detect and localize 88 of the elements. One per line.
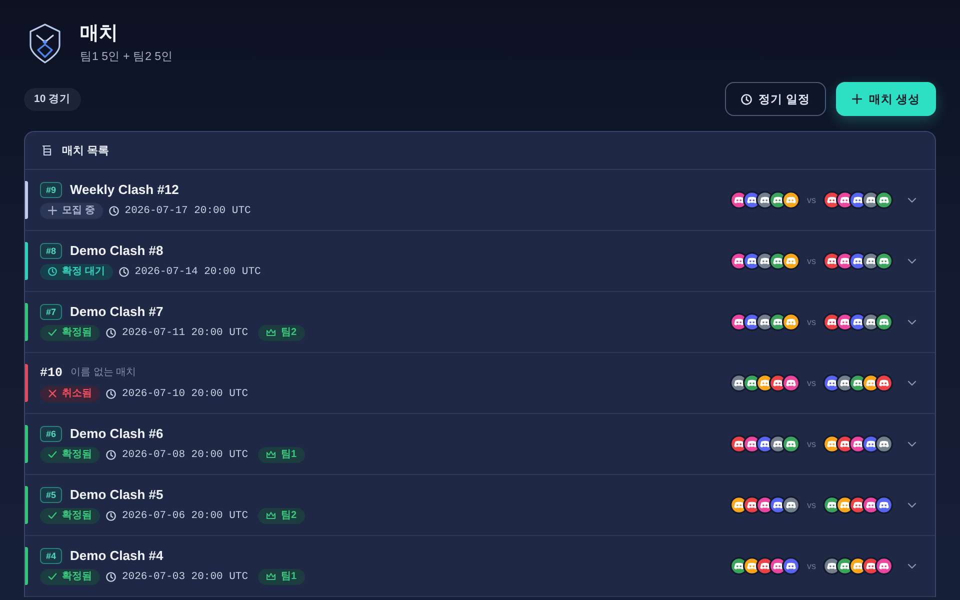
status-accent-bar	[25, 486, 28, 524]
status-accent-bar	[25, 181, 28, 219]
match-row[interactable]: #9 Weekly Clash #12 모집 중 2026-07-17 20:00 UTC vs	[25, 170, 935, 231]
chevron-icon[interactable]	[907, 195, 917, 205]
match-row[interactable]: #10 이름 없는 매치 취소됨 2026-07-10 20:00 UTC vs	[25, 353, 935, 414]
match-number-badge: #5	[40, 486, 62, 502]
page-subtitle: 팀1 5인 + 팀2 5인	[80, 50, 174, 64]
match-number-badge: #6	[40, 426, 62, 442]
status-accent-bar	[25, 425, 28, 463]
match-time: 2026-07-06 20:00 UTC	[122, 508, 248, 524]
status-label: 확정됨	[62, 448, 92, 462]
clock-icon	[106, 328, 116, 338]
crown-icon	[266, 328, 276, 337]
versus-label: vs	[807, 316, 816, 328]
chevron-icon[interactable]	[907, 439, 917, 449]
winner-label: 팀2	[281, 508, 297, 522]
check-icon	[48, 450, 57, 459]
status-label: 확정됨	[62, 326, 92, 340]
match-number-badge: #4	[40, 548, 62, 564]
match-title: Demo Clash #8	[70, 242, 164, 258]
chevron-icon[interactable]	[907, 378, 917, 388]
clock-icon	[740, 94, 752, 104]
check-icon	[48, 572, 57, 581]
match-number-badge: #9	[40, 182, 62, 198]
panel-title: 매치 목록	[62, 144, 110, 158]
status-label: 확정 대기	[62, 264, 105, 278]
match-row[interactable]: #7 Demo Clash #7 확정됨 2026-07-11 20:00 UTC 팀2 vs	[25, 292, 935, 353]
close-icon	[48, 389, 57, 398]
crown-icon	[266, 450, 276, 459]
chevron-icon[interactable]	[907, 317, 917, 327]
status-accent-bar	[25, 547, 28, 585]
clock-icon	[106, 572, 116, 582]
match-title: Demo Clash #7	[70, 304, 164, 320]
match-count-badge: 10 경기	[24, 88, 81, 110]
clock-icon	[106, 450, 116, 460]
check-icon	[48, 511, 57, 520]
crown-icon	[266, 511, 276, 520]
match-title: Demo Clash #5	[70, 486, 164, 502]
clock-icon	[118, 266, 129, 276]
match-title: Weekly Clash #12	[70, 182, 179, 198]
match-time: 2026-07-03 20:00 UTC	[122, 570, 248, 584]
match-time: 2026-07-14 20:00 UTC	[134, 264, 261, 280]
chevron-icon[interactable]	[907, 500, 917, 510]
schedule-button[interactable]: 정기 일정	[724, 82, 826, 116]
status-accent-bar	[25, 364, 28, 402]
crown-icon	[266, 572, 276, 581]
match-row[interactable]: #5 Demo Clash #5 확정됨 2026-07-06 20:00 UTC 팀2 vs	[25, 475, 935, 536]
check-icon	[48, 328, 57, 337]
match-row[interactable]: #6 Demo Clash #6 확정됨 2026-07-08 20:00 UTC 팀1 vs	[25, 414, 935, 475]
chevron-icon[interactable]	[907, 561, 917, 571]
match-row[interactable]: #8 Demo Clash #8 확정 대기 2026-07-14 20:00 UTC vs	[25, 231, 935, 292]
match-number-badge: #8	[40, 242, 62, 258]
versus-label: vs	[807, 560, 816, 572]
match-title: Demo Clash #6	[70, 426, 164, 442]
status-accent-bar	[25, 303, 28, 341]
match-time: 2026-07-17 20:00 UTC	[124, 204, 251, 218]
status-label: 모집 중	[62, 204, 95, 218]
match-number-badge: #7	[40, 304, 62, 320]
status-accent-bar	[25, 242, 28, 280]
versus-label: vs	[807, 255, 816, 267]
match-time: 2026-07-11 20:00 UTC	[122, 326, 248, 340]
match-number: #10	[40, 364, 63, 380]
list-icon	[41, 145, 52, 156]
clock-icon	[108, 206, 119, 216]
status-label: 취소됨	[62, 386, 92, 400]
status-label: 확정됨	[62, 570, 92, 584]
logo-icon	[28, 22, 62, 64]
match-row[interactable]: #4 Demo Clash #4 확정됨 2026-07-03 20:00 UTC 팀1 vs	[25, 536, 935, 597]
clock-icon	[48, 267, 57, 276]
clock-icon	[106, 388, 116, 398]
versus-label: vs	[807, 499, 816, 511]
winner-label: 팀1	[281, 448, 297, 462]
page-title: 매치	[80, 22, 119, 46]
versus-label: vs	[807, 438, 816, 450]
winner-label: 팀2	[281, 326, 297, 340]
match-title: Demo Clash #4	[70, 548, 164, 564]
winner-label: 팀1	[281, 570, 297, 584]
chevron-icon[interactable]	[907, 256, 917, 266]
clock-icon	[106, 510, 116, 520]
create-button[interactable]: 매치 생성	[836, 82, 936, 116]
match-title: 이름 없는 매치	[70, 366, 136, 380]
plus-icon	[852, 94, 862, 104]
status-label: 확정됨	[62, 508, 92, 522]
versus-label: vs	[807, 194, 816, 206]
versus-label: vs	[807, 377, 816, 389]
match-time: 2026-07-10 20:00 UTC	[122, 386, 248, 402]
match-time: 2026-07-08 20:00 UTC	[122, 448, 248, 462]
plus-icon	[48, 206, 57, 215]
